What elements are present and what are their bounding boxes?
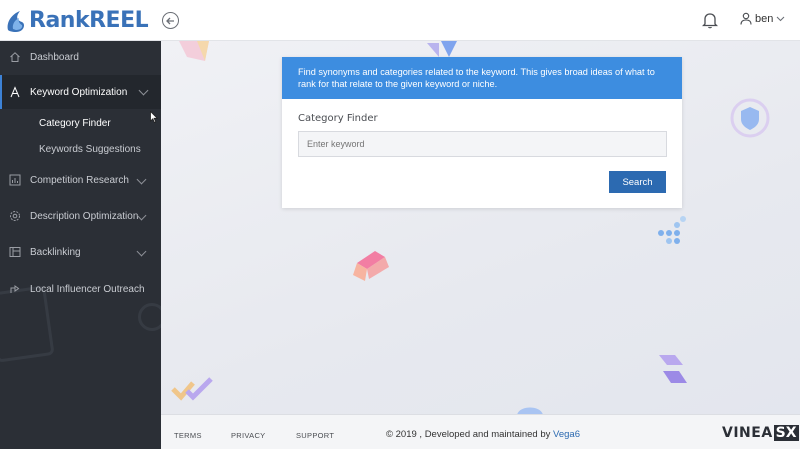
brand-box-text: SX [773,425,799,441]
back-arrow-icon[interactable] [162,12,179,29]
sidebar: Dashboard Keyword Optimization Category … [0,41,161,449]
user-menu[interactable]: ben [740,12,785,25]
decorative-shape [730,98,770,138]
developer-link[interactable]: Vega6 [553,429,580,440]
chevron-down-icon [136,246,147,257]
decorative-shape [353,251,389,281]
mouse-cursor-icon [150,111,158,123]
decorative-shape [171,377,213,401]
decorative-shape [659,355,687,383]
sidebar-subitem-category-finder[interactable]: Category Finder [0,111,161,135]
sidebar-subitem-label: Keywords Suggestions [39,143,141,155]
decorative-shape [517,407,543,414]
sidebar-item-label: Local Influencer Outreach [30,283,145,295]
sidebar-item-label: Backlinking [30,246,81,258]
rankreel-logo[interactable]: RankREEL [4,7,149,35]
top-header: RankREEL ben [0,0,800,41]
vineasx-logo[interactable]: VINEA SX [722,425,799,441]
footer-link-support[interactable]: SUPPORT [296,431,334,440]
chevron-down-icon [138,85,149,96]
logo-flame-icon [7,11,25,32]
footer: TERMS PRIVACY SUPPORT © 2019 , Developed… [161,414,800,449]
username-label: ben [755,12,774,25]
home-icon [9,51,21,63]
category-finder-label: Category Finder [298,113,378,124]
brand-text: VINEA [722,425,773,441]
keyword-input[interactable] [298,131,667,157]
logo-text: RankREEL [29,8,149,33]
text-icon [9,86,21,98]
copyright-text: © 2019 , Developed and maintained by Veg… [386,429,580,440]
sidebar-item-keyword-optimization[interactable]: Keyword Optimization [0,75,161,109]
copyright-label: © 2019 , Developed and maintained by [386,429,554,440]
chevron-down-icon [136,174,147,185]
share-icon [9,283,21,295]
sidebar-item-local-influencer-outreach[interactable]: Local Influencer Outreach [0,273,161,305]
decorative-shape [138,303,161,331]
footer-link-terms[interactable]: TERMS [174,431,202,440]
footer-link-privacy[interactable]: PRIVACY [231,431,265,440]
sidebar-subitem-keywords-suggestions[interactable]: Keywords Suggestions [0,137,161,161]
sidebar-item-label: Keyword Optimization [30,86,128,98]
sidebar-item-description-optimization[interactable]: Description Optimization [0,200,161,232]
sidebar-item-label: Description Optimization [30,210,139,222]
category-finder-card: Find synonyms and categories related to … [282,57,682,208]
user-icon [740,12,752,25]
sidebar-item-competition-research[interactable]: Competition Research [0,164,161,196]
sidebar-item-label: Dashboard [30,51,79,63]
search-button[interactable]: Search [609,171,666,193]
link-icon [9,246,21,258]
sidebar-item-backlinking[interactable]: Backlinking [0,236,161,268]
sidebar-item-label: Competition Research [30,174,129,186]
decorative-shape [658,216,686,244]
decorative-shape [179,41,209,61]
chevron-down-icon [776,16,785,21]
sidebar-subitem-label: Category Finder [39,117,111,129]
gear-icon [9,210,21,222]
bell-icon[interactable] [702,11,718,29]
chart-icon [9,174,21,186]
sidebar-item-dashboard[interactable]: Dashboard [0,41,161,73]
card-description: Find synonyms and categories related to … [282,57,682,99]
